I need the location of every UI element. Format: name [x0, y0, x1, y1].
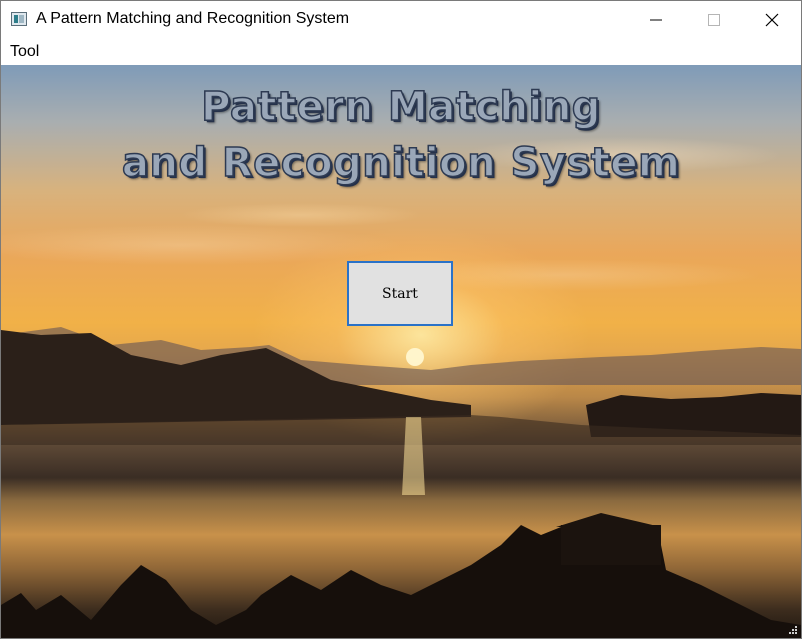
heading-line-1: Pattern Matching — [200, 83, 601, 131]
window-title: A Pattern Matching and Recognition Syste… — [36, 10, 350, 27]
app-icon — [11, 12, 27, 26]
app-window: A Pattern Matching and Recognition Syste… — [0, 0, 802, 639]
start-button[interactable]: Start — [347, 261, 453, 326]
heading-line-2: and Recognition System — [121, 139, 681, 187]
minimize-button[interactable] — [633, 1, 679, 39]
title-bar[interactable]: A Pattern Matching and Recognition Syste… — [1, 1, 801, 39]
close-button[interactable] — [749, 1, 795, 39]
maximize-icon — [708, 14, 720, 26]
close-icon — [765, 13, 779, 27]
maximize-button[interactable] — [691, 1, 737, 39]
main-panel: Pattern Matching and Recognition System … — [1, 65, 801, 638]
menu-item-tool[interactable]: Tool — [10, 43, 39, 61]
resize-grip-icon[interactable] — [788, 625, 798, 635]
minimize-icon — [650, 19, 662, 21]
menu-bar: Tool — [1, 39, 801, 65]
app-heading: Pattern Matching and Recognition System — [1, 79, 801, 191]
